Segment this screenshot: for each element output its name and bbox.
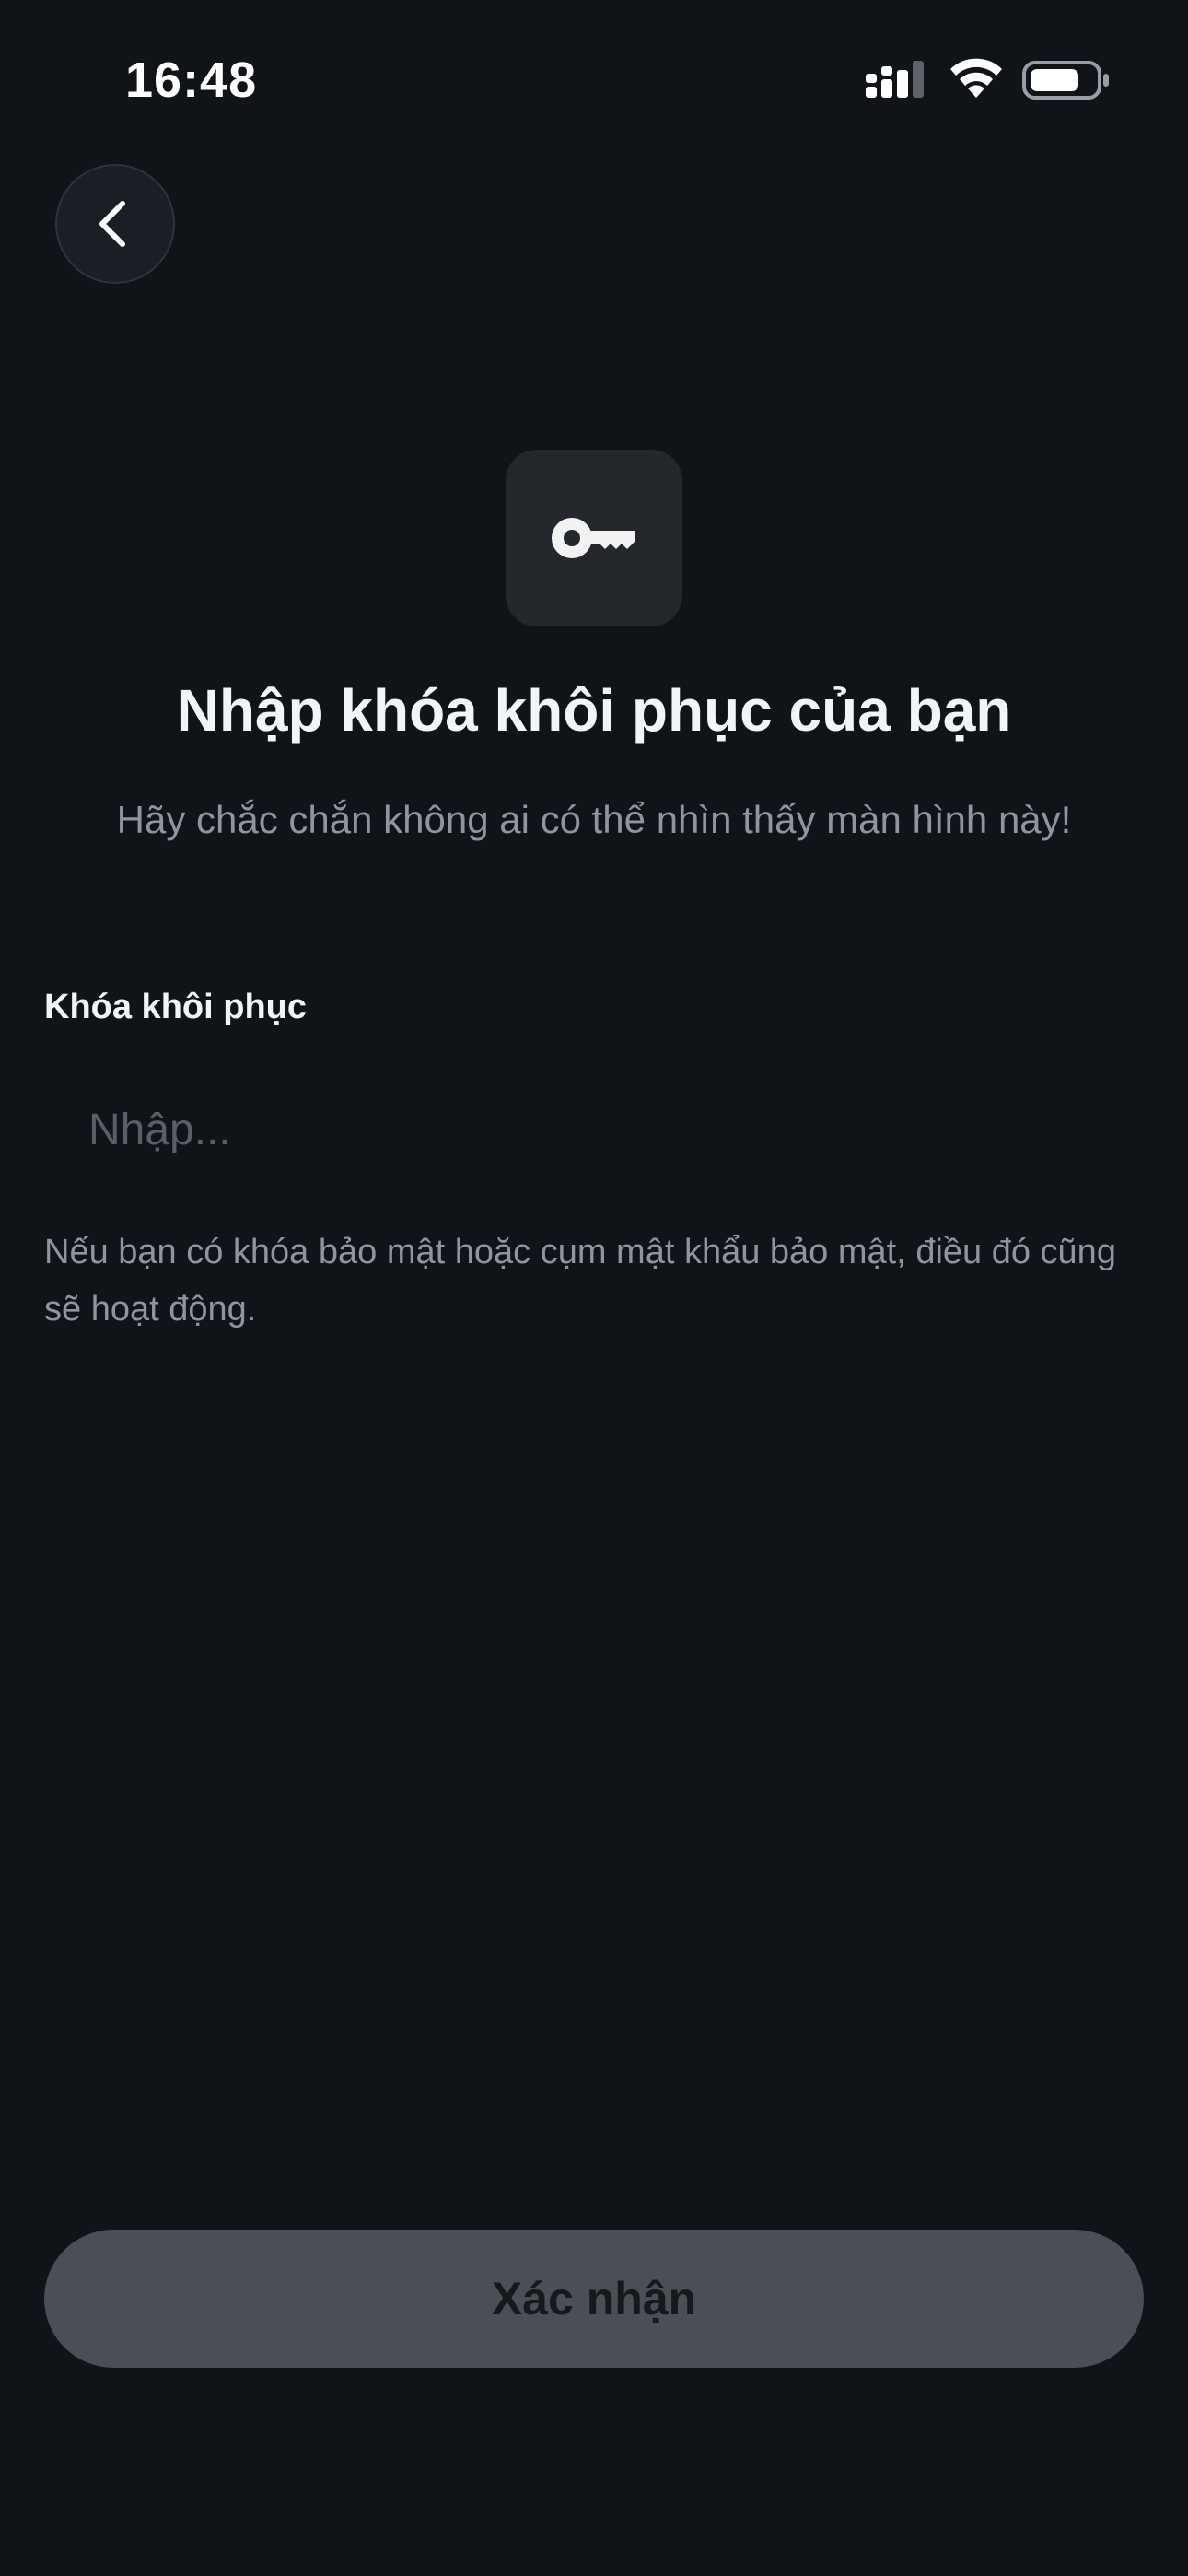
page-title: Nhập khóa khôi phục của bạn [176,677,1012,744]
recovery-key-label: Khóa khôi phục [44,988,307,1026]
key-icon [552,518,635,558]
status-bar: 16:48 [0,0,1188,157]
chevron-left-icon [99,201,125,247]
recovery-key-input[interactable] [44,1083,1144,1176]
signal-icon [866,61,924,98]
back-button[interactable] [55,164,175,284]
status-time: 16:48 [125,53,258,108]
wifi-icon [950,58,1002,98]
confirm-button[interactable]: Xác nhận [44,2230,1144,2368]
helper-text: Nếu bạn có khóa bảo mật hoặc cụm mật khẩ… [44,1233,1116,1329]
page-subtitle: Hãy chắc chắn không ai có thể nhìn thấy … [116,798,1072,841]
key-tile [506,450,682,626]
battery-icon [1022,61,1109,100]
